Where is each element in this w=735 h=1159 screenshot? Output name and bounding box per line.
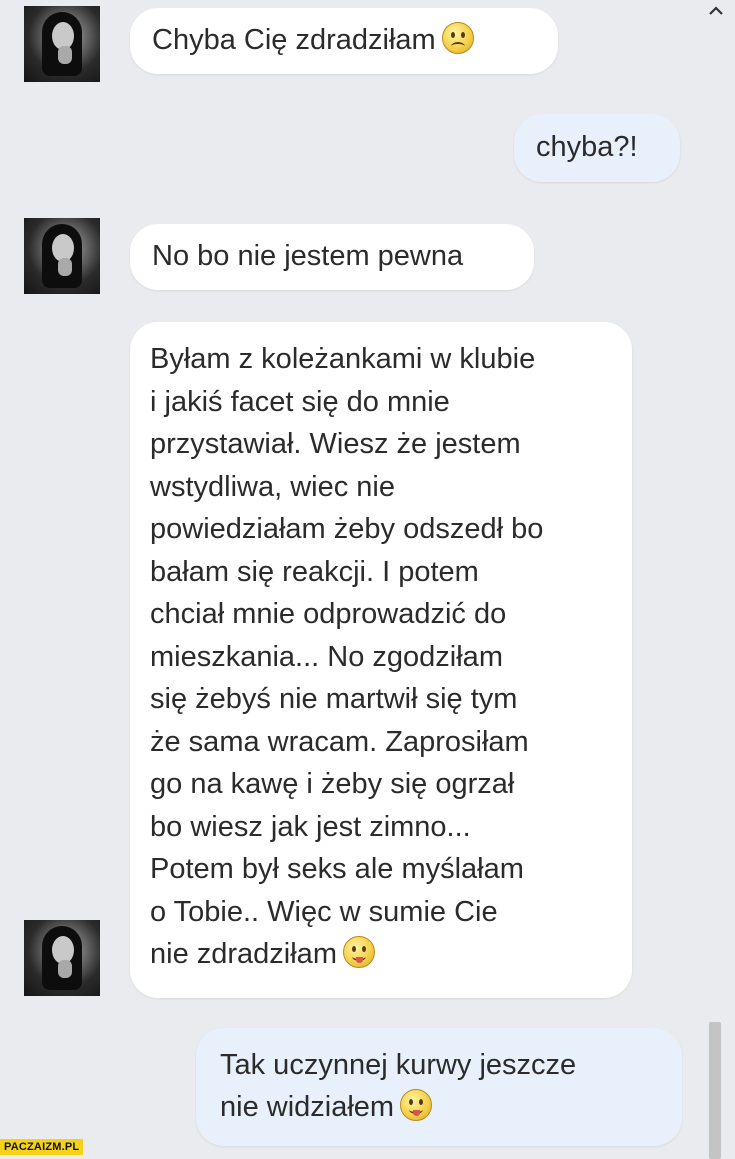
- message-bubble-incoming: No bo nie jestem pewna: [130, 224, 534, 290]
- avatar[interactable]: [24, 218, 100, 294]
- message-bubble-outgoing: chyba?!: [514, 114, 680, 182]
- tongue-smile-emoji-icon: [400, 1089, 433, 1121]
- message-bubble-incoming: Byłam z koleżankami w klubie i jakiś fac…: [130, 322, 632, 998]
- message-text: No bo nie jestem pewna: [152, 240, 464, 272]
- frown-emoji-icon: [441, 22, 474, 54]
- chevron-up-icon[interactable]: [707, 2, 725, 20]
- message-text: Tak uczynnej kurwy jeszcze nie widziałem: [220, 1049, 577, 1123]
- site-logo: PACZAIZM.PL: [0, 1139, 84, 1155]
- message-bubble-incoming: Chyba Cię zdradziłam: [130, 8, 558, 74]
- message-text: Chyba Cię zdradziłam: [152, 24, 436, 56]
- avatar[interactable]: [24, 920, 100, 996]
- avatar[interactable]: [24, 6, 100, 82]
- message-text: Byłam z koleżankami w klubie i jakiś fac…: [150, 343, 544, 970]
- scrollbar[interactable]: [709, 1022, 721, 1159]
- message-bubble-outgoing: Tak uczynnej kurwy jeszcze nie widziałem: [196, 1028, 682, 1146]
- message-text: chyba?!: [536, 131, 638, 163]
- chat-thread[interactable]: Chyba Cię zdradziłam chyba?! No bo nie j…: [0, 0, 735, 1159]
- tongue-smile-emoji-icon: [342, 936, 375, 968]
